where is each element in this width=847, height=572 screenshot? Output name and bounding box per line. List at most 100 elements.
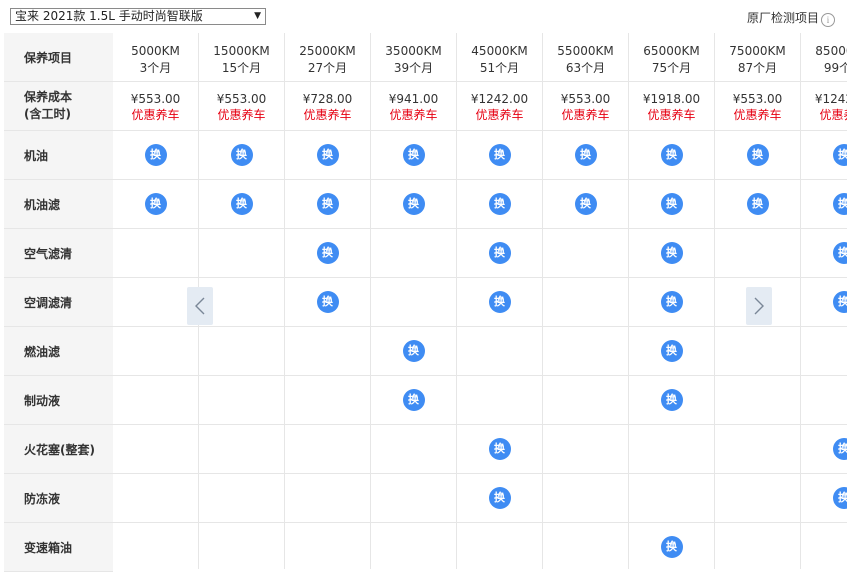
row-label: 机油滤: [4, 180, 113, 229]
schedule-cell: 换: [371, 180, 457, 229]
promo-link[interactable]: 优惠养车: [113, 107, 198, 123]
interval-header: 15000KM15个月: [199, 33, 285, 82]
interval-km: 25000KM: [285, 43, 370, 60]
schedule-cell: 换: [629, 131, 715, 180]
cost-price: ¥1242.00: [457, 91, 542, 107]
chevron-right-icon: [753, 296, 765, 316]
schedule-cell: [199, 474, 285, 523]
model-select[interactable]: 宝来 2021款 1.5L 手动时尚智联版 ▼: [10, 8, 266, 25]
interval-header: 25000KM27个月: [285, 33, 371, 82]
schedule-cell: [629, 474, 715, 523]
row-label: 变速箱油: [4, 523, 113, 572]
schedule-cell: [199, 229, 285, 278]
schedule-cell: [199, 523, 285, 569]
cost-cell: ¥1242.00优惠养车: [801, 82, 847, 131]
next-button[interactable]: [746, 287, 772, 325]
maintenance-schedule-grid: 5000KM3个月¥553.00优惠养车换换15000KM15个月¥553.00…: [113, 33, 847, 569]
schedule-cell: [457, 376, 543, 425]
prev-button[interactable]: [187, 287, 213, 325]
interval-header: 85000KM99个月: [801, 33, 847, 82]
replace-badge: 换: [661, 242, 683, 264]
replace-badge: 换: [403, 144, 425, 166]
schedule-cell: [715, 474, 801, 523]
replace-badge: 换: [489, 144, 511, 166]
schedule-cell: 换: [457, 278, 543, 327]
cost-cell: ¥553.00优惠养车: [113, 82, 199, 131]
promo-link[interactable]: 优惠养车: [715, 107, 800, 123]
schedule-cell: [543, 278, 629, 327]
schedule-cell: [113, 376, 199, 425]
schedule-cell: 换: [113, 131, 199, 180]
replace-badge: 换: [833, 438, 847, 460]
cost-price: ¥553.00: [543, 91, 628, 107]
cost-price: ¥941.00: [371, 91, 456, 107]
schedule-cell: 换: [801, 131, 847, 180]
info-circle-icon[interactable]: i: [821, 13, 835, 27]
oem-inspection-link[interactable]: 原厂检测项目i: [747, 9, 835, 27]
promo-link[interactable]: 优惠养车: [285, 107, 370, 123]
interval-months: 63个月: [543, 60, 628, 77]
promo-link[interactable]: 优惠养车: [457, 107, 542, 123]
schedule-cell: [113, 327, 199, 376]
replace-badge: 换: [489, 291, 511, 313]
replace-badge: 换: [403, 193, 425, 215]
schedule-column: 55000KM63个月¥553.00优惠养车换换: [543, 33, 629, 569]
top-bar: 宝来 2021款 1.5L 手动时尚智联版 ▼ 原厂检测项目i: [0, 0, 847, 33]
schedule-cell: [715, 327, 801, 376]
replace-badge: 换: [489, 438, 511, 460]
replace-badge: 换: [661, 193, 683, 215]
schedule-cell: [715, 425, 801, 474]
schedule-cell: [715, 376, 801, 425]
interval-header: 65000KM75个月: [629, 33, 715, 82]
schedule-cell: [113, 425, 199, 474]
promo-link[interactable]: 优惠养车: [371, 107, 456, 123]
row-label-text: 制动液: [24, 392, 60, 409]
interval-months: 75个月: [629, 60, 714, 77]
cost-price: ¥1242.00: [801, 91, 847, 107]
schedule-cell: [199, 376, 285, 425]
schedule-cell: [371, 474, 457, 523]
row-label: 机油: [4, 131, 113, 180]
schedule-cell: [285, 523, 371, 569]
interval-months: 27个月: [285, 60, 370, 77]
promo-link[interactable]: 优惠养车: [199, 107, 284, 123]
schedule-cell: 换: [543, 180, 629, 229]
schedule-cell: 换: [371, 131, 457, 180]
replace-badge: 换: [661, 389, 683, 411]
model-select-value: 宝来 2021款 1.5L 手动时尚智联版: [15, 9, 203, 23]
replace-badge: 换: [833, 242, 847, 264]
cost-price: ¥553.00: [715, 91, 800, 107]
schedule-cell: 换: [371, 376, 457, 425]
interval-months: 39个月: [371, 60, 456, 77]
row-label-column: 保养项目 保养成本 (含工时) 机油 机油滤 空气滤清 空调滤清 燃油滤 制动液…: [4, 33, 113, 572]
schedule-cell: [285, 425, 371, 474]
interval-months: 87个月: [715, 60, 800, 77]
schedule-cell: 换: [801, 229, 847, 278]
row-label-text: 燃油滤: [24, 343, 60, 360]
replace-badge: 换: [661, 340, 683, 362]
cost-price: ¥553.00: [113, 91, 198, 107]
promo-link[interactable]: 优惠养车: [801, 107, 847, 123]
cost-price: ¥1918.00: [629, 91, 714, 107]
schedule-cell: 换: [113, 180, 199, 229]
interval-header: 75000KM87个月: [715, 33, 801, 82]
cost-cell: ¥941.00优惠养车: [371, 82, 457, 131]
cost-cell: ¥553.00优惠养车: [715, 82, 801, 131]
promo-link[interactable]: 优惠养车: [629, 107, 714, 123]
interval-header: 5000KM3个月: [113, 33, 199, 82]
schedule-cell: 换: [285, 180, 371, 229]
cost-cell: ¥553.00优惠养车: [199, 82, 285, 131]
replace-badge: 换: [317, 242, 339, 264]
schedule-cell: [285, 327, 371, 376]
row-label-text: 防冻液: [24, 490, 60, 507]
row-label: 燃油滤: [4, 327, 113, 376]
schedule-column: 65000KM75个月¥1918.00优惠养车换换换换换换换: [629, 33, 715, 569]
schedule-cell: 换: [629, 229, 715, 278]
row-label: 空气滤清: [4, 229, 113, 278]
row-label-cost-line1: 保养成本: [24, 89, 72, 106]
schedule-cell: 换: [715, 131, 801, 180]
interval-months: 99个月: [801, 60, 847, 77]
schedule-cell: [113, 474, 199, 523]
schedule-cell: [371, 425, 457, 474]
promo-link[interactable]: 优惠养车: [543, 107, 628, 123]
